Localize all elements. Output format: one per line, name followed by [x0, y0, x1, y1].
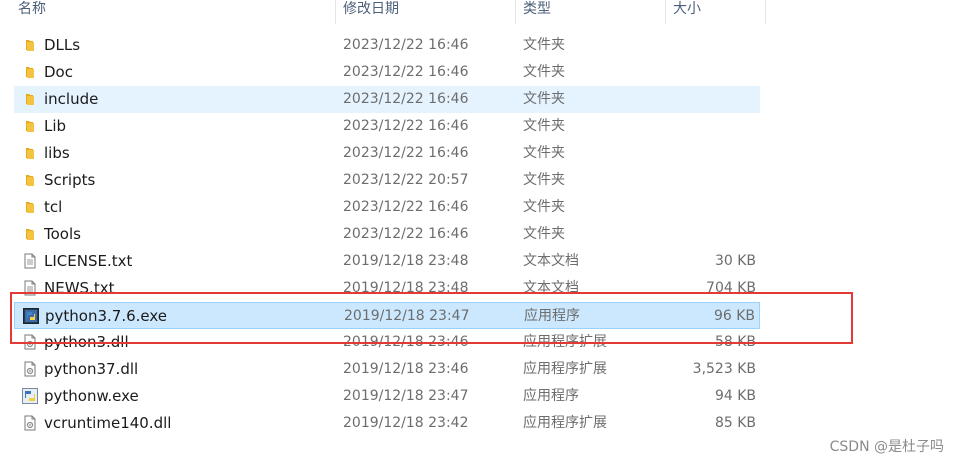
file-modified: 2023/12/22 20:57	[343, 172, 469, 188]
file-size: 30 KB	[714, 253, 756, 269]
file-name: tcl	[44, 198, 63, 216]
file-name: Scripts	[44, 171, 96, 189]
file-size: 96 KB	[713, 308, 755, 324]
file-row[interactable]: LICENSE.txt 2019/12/18 23:48 文本文档 30 KB	[14, 248, 760, 275]
column-divider[interactable]	[665, 0, 666, 24]
column-type[interactable]: 类型	[517, 0, 663, 24]
column-divider[interactable]	[515, 0, 516, 24]
file-row[interactable]: Tools 2023/12/22 16:46 文件夹	[14, 221, 760, 248]
file-modified: 2023/12/22 16:46	[343, 145, 469, 161]
file-row[interactable]: DLLs 2023/12/22 16:46 文件夹	[14, 32, 760, 59]
file-modified: 2023/12/22 16:46	[343, 37, 469, 53]
file-name: include	[44, 90, 99, 108]
python-exe-icon	[22, 388, 38, 404]
folder-icon	[22, 172, 38, 188]
folder-icon	[22, 64, 38, 80]
file-row[interactable]: pythonw.exe 2019/12/18 23:47 应用程序 94 KB	[14, 383, 760, 410]
file-name: pythonw.exe	[44, 387, 139, 405]
folder-icon	[22, 118, 38, 134]
text-document-icon	[22, 280, 38, 296]
file-type: 文件夹	[523, 118, 565, 134]
file-type: 应用程序	[523, 388, 579, 404]
file-modified: 2019/12/18 23:48	[343, 253, 469, 269]
file-row[interactable]: libs 2023/12/22 16:46 文件夹	[14, 140, 760, 167]
folder-icon	[22, 145, 38, 161]
file-type: 文件夹	[523, 199, 565, 215]
column-header: 名称 修改日期 类型 大小	[0, 0, 766, 24]
file-row[interactable]: include 2023/12/22 16:46 文件夹	[14, 86, 760, 113]
file-size: 58 KB	[714, 334, 756, 350]
column-divider[interactable]	[335, 0, 336, 24]
file-name: Doc	[44, 63, 73, 81]
file-type: 应用程序	[524, 308, 580, 324]
file-row[interactable]: Lib 2023/12/22 16:46 文件夹	[14, 113, 760, 140]
file-modified: 2023/12/22 16:46	[343, 91, 469, 107]
text-document-icon	[22, 253, 38, 269]
file-modified: 2019/12/18 23:48	[343, 280, 469, 296]
file-row[interactable]: Scripts 2023/12/22 20:57 文件夹	[14, 167, 760, 194]
folder-icon	[22, 37, 38, 53]
column-modified[interactable]: 修改日期	[337, 0, 515, 24]
file-size: 704 KB	[706, 280, 756, 296]
folder-icon	[22, 91, 38, 107]
file-modified: 2023/12/22 16:46	[343, 118, 469, 134]
file-type: 应用程序扩展	[523, 415, 607, 431]
file-row[interactable]: Doc 2023/12/22 16:46 文件夹	[14, 59, 760, 86]
file-name: LICENSE.txt	[44, 252, 133, 270]
file-name: DLLs	[44, 36, 81, 54]
file-modified: 2023/12/22 16:46	[343, 226, 469, 242]
file-row[interactable]: python37.dll 2019/12/18 23:46 应用程序扩展 3,523 …	[14, 356, 760, 383]
file-size: 85 KB	[714, 415, 756, 431]
file-name: python3.7.6.exe	[45, 307, 168, 325]
file-row[interactable]: NEWS.txt 2019/12/18 23:48 文本文档 704 KB	[14, 275, 760, 302]
file-type: 应用程序扩展	[523, 334, 607, 350]
file-row[interactable]: python3.7.6.exe 2019/12/18 23:47 应用程序 96 KB	[14, 302, 760, 329]
file-row[interactable]: python3.dll 2019/12/18 23:46 应用程序扩展 58 KB	[14, 329, 760, 356]
folder-icon	[22, 199, 38, 215]
file-name: libs	[44, 144, 70, 162]
file-type: 文件夹	[523, 37, 565, 53]
file-type: 文件夹	[523, 145, 565, 161]
watermark: CSDN @是杜子吗	[829, 439, 944, 455]
folder-icon	[22, 226, 38, 242]
file-name: NEWS.txt	[44, 279, 115, 297]
column-name[interactable]: 名称	[12, 0, 332, 24]
file-size: 94 KB	[714, 388, 756, 404]
file-modified: 2019/12/18 23:47	[344, 308, 470, 324]
file-modified: 2019/12/18 23:42	[343, 415, 469, 431]
dll-file-icon	[22, 334, 38, 350]
python-installer-icon	[23, 308, 39, 324]
file-modified: 2019/12/18 23:47	[343, 388, 469, 404]
file-type: 文本文档	[523, 280, 579, 296]
file-modified: 2019/12/18 23:46	[343, 361, 469, 377]
file-type: 文件夹	[523, 226, 565, 242]
file-type: 文件夹	[523, 64, 565, 80]
file-size: 3,523 KB	[692, 361, 756, 377]
column-divider[interactable]	[765, 0, 766, 24]
file-modified: 2023/12/22 16:46	[343, 199, 469, 215]
file-name: python37.dll	[44, 360, 139, 378]
file-name: vcruntime140.dll	[44, 414, 172, 432]
file-type: 应用程序扩展	[523, 361, 607, 377]
dll-file-icon	[22, 361, 38, 377]
file-type: 文本文档	[523, 253, 579, 269]
file-modified: 2023/12/22 16:46	[343, 64, 469, 80]
dll-file-icon	[22, 415, 38, 431]
file-name: python3.dll	[44, 333, 129, 351]
file-name: Lib	[44, 117, 67, 135]
file-name: Tools	[44, 225, 81, 243]
file-row[interactable]: vcruntime140.dll 2019/12/18 23:42 应用程序扩展 85…	[14, 410, 760, 437]
file-type: 文件夹	[523, 91, 565, 107]
column-size[interactable]: 大小	[667, 0, 765, 24]
file-type: 文件夹	[523, 172, 565, 188]
file-modified: 2019/12/18 23:46	[343, 334, 469, 350]
file-row[interactable]: tcl 2023/12/22 16:46 文件夹	[14, 194, 760, 221]
